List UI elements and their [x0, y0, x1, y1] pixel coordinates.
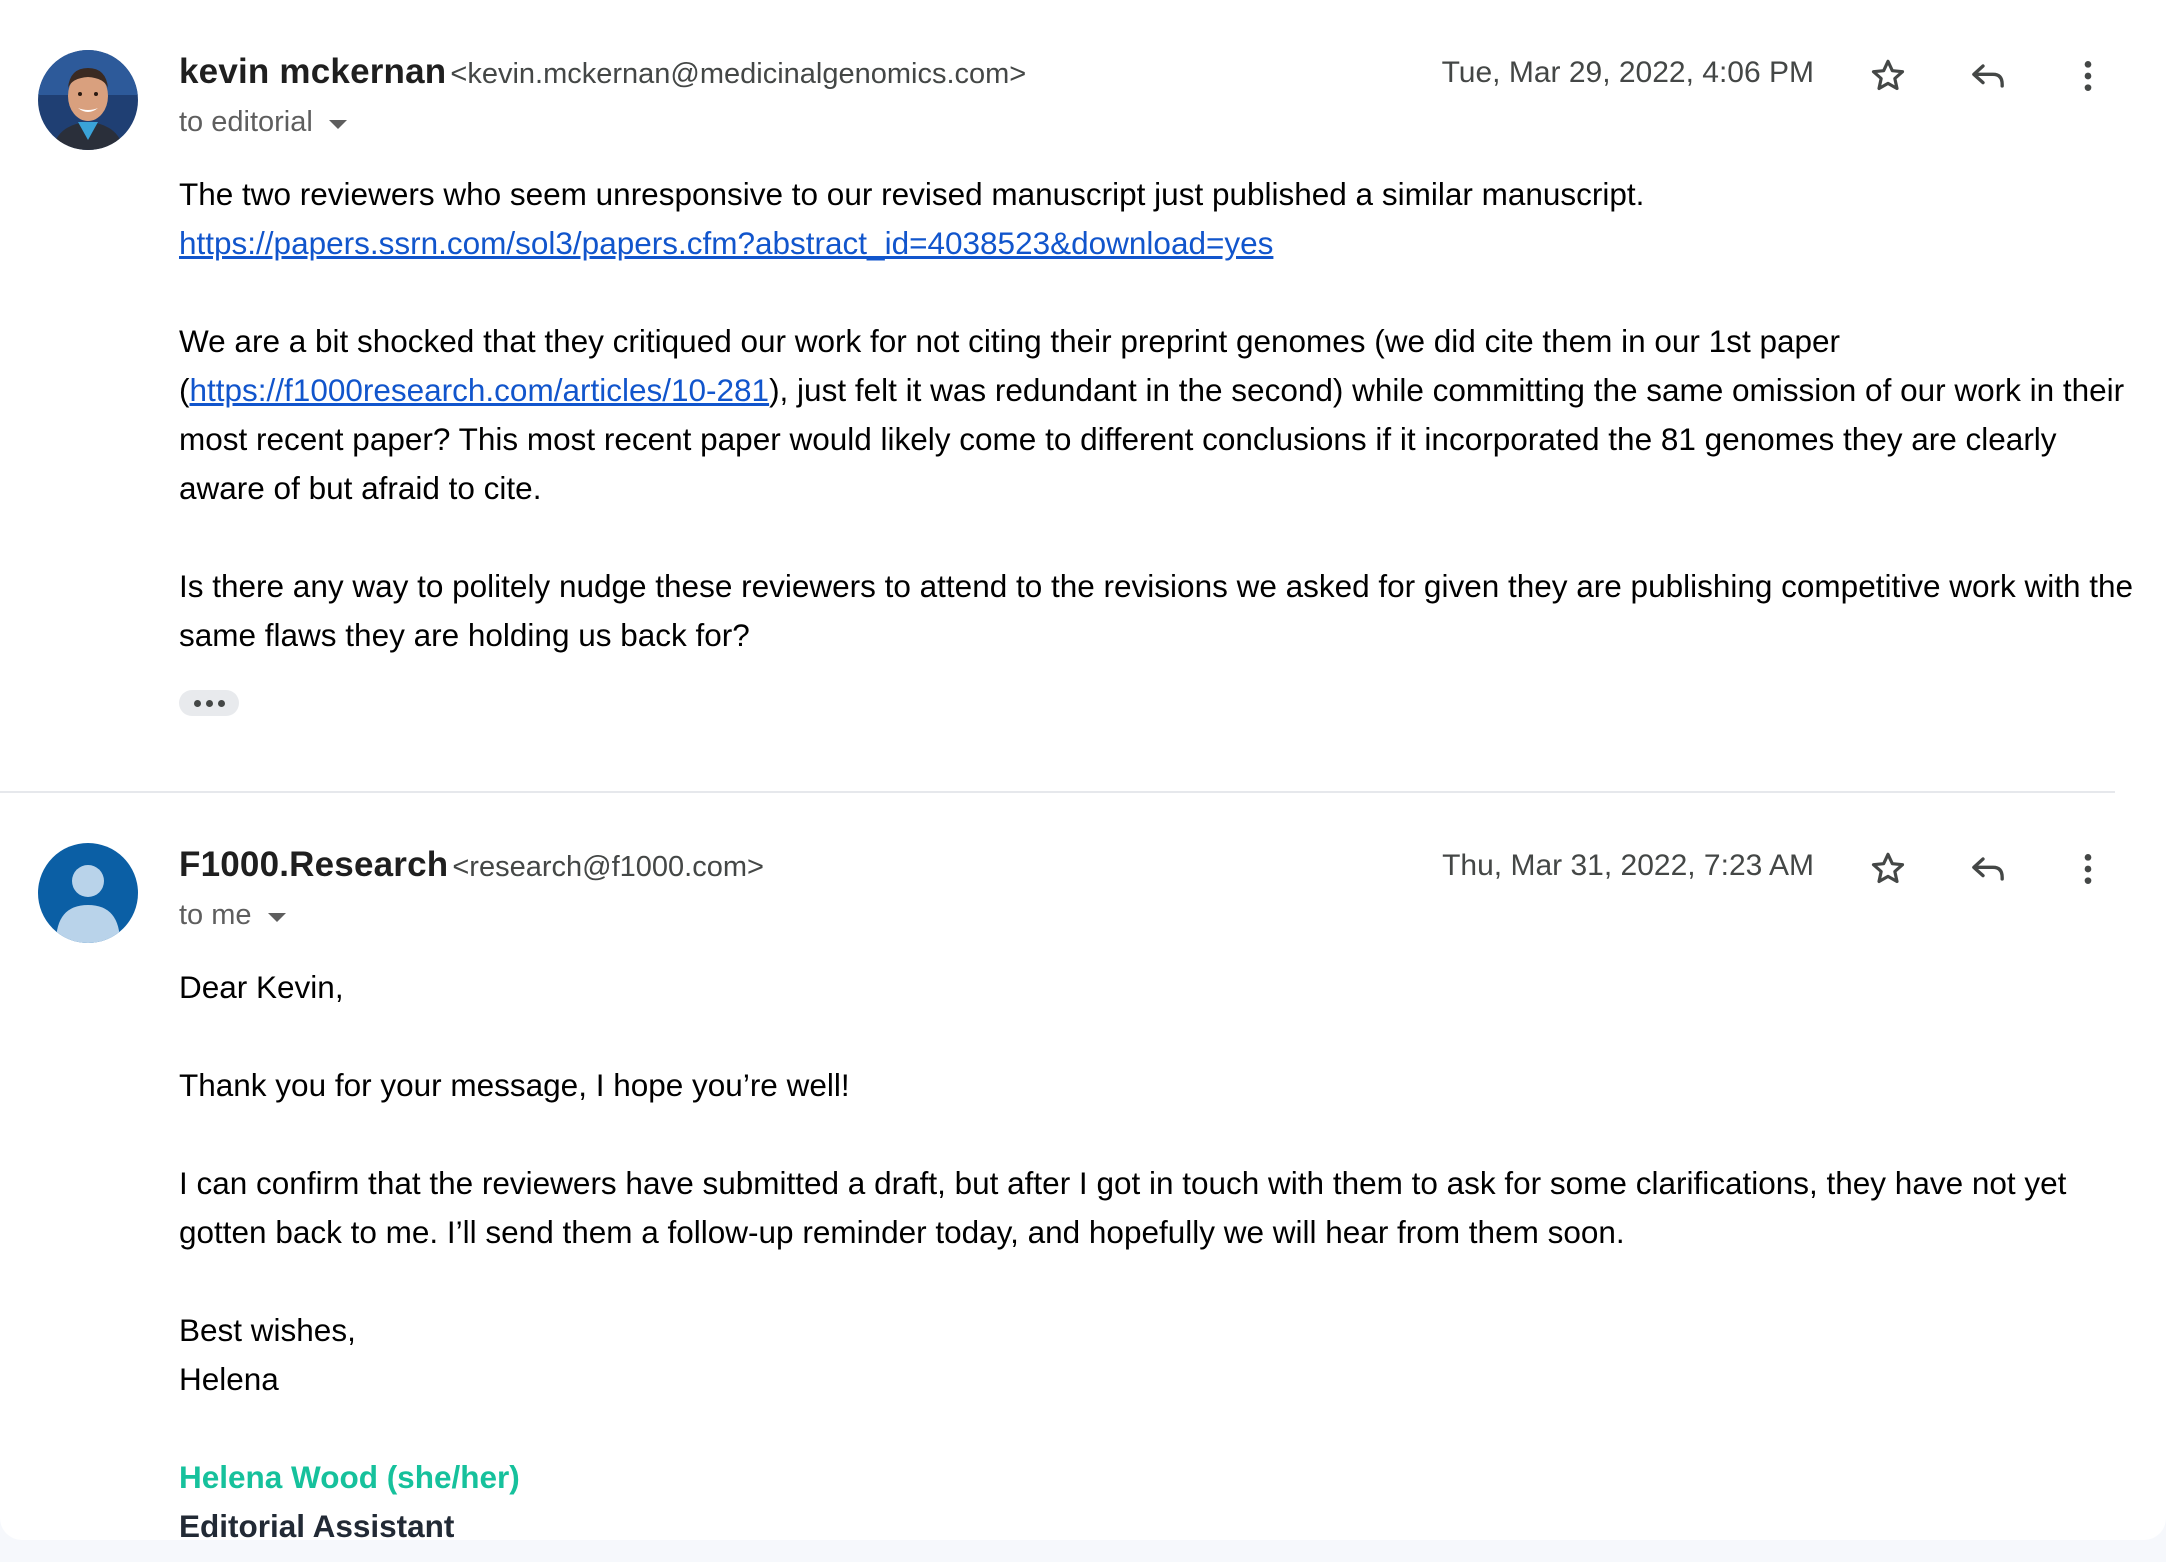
body-paragraph-2: We are a bit shocked that they critiqued…	[179, 317, 2139, 513]
recipient-label: to me	[179, 899, 252, 931]
signature-name: Helena Wood (she/her)	[179, 1459, 520, 1495]
ssrn-link[interactable]: https://papers.ssrn.com/sol3/papers.cfm?…	[179, 225, 1273, 261]
message-1: kevin mckernan <kevin.mckernan@medicinalg…	[0, 0, 2166, 792]
show-trimmed-content-button[interactable]	[179, 690, 239, 716]
sender-line: F1000.Research <research@f1000.com>	[179, 845, 764, 885]
signature: Helena Wood (she/her) Editorial Assistan…	[179, 1453, 2139, 1540]
body-paragraph-1: Thank you for your message, I hope you’r…	[179, 1067, 850, 1103]
recipient-dropdown[interactable]: to editorial	[179, 106, 347, 139]
recipient-dropdown[interactable]: to me	[179, 899, 286, 932]
body-paragraph-2: I can confirm that the reviewers have su…	[179, 1165, 2067, 1250]
email-thread: kevin mckernan <kevin.mckernan@medicinalg…	[0, 0, 2166, 1540]
chevron-down-icon	[267, 913, 286, 922]
closing: Best wishes, Helena	[179, 1306, 2139, 1404]
star-icon[interactable]	[1866, 847, 1910, 891]
reply-icon[interactable]	[1966, 847, 2010, 891]
sender-email: <research@f1000.com>	[452, 851, 764, 883]
sender-avatar-kevin[interactable]	[38, 50, 138, 150]
chevron-down-icon	[328, 120, 347, 129]
message-2: F1000.Research <research@f1000.com> to me…	[0, 793, 2166, 1540]
body-paragraph-3: Is there any way to politely nudge these…	[179, 568, 2134, 653]
message-date: Thu, Mar 31, 2022, 7:23 AM	[1442, 849, 1814, 882]
message-date: Tue, Mar 29, 2022, 4:06 PM	[1441, 56, 1814, 89]
ellipsis-icon	[205, 699, 213, 707]
signature-title: Editorial Assistant	[179, 1508, 455, 1540]
ellipsis-icon	[193, 699, 201, 707]
body-paragraph-1: The two reviewers who seem unresponsive …	[179, 170, 2139, 268]
closing-name: Helena	[179, 1361, 279, 1397]
message-body: The two reviewers who seem unresponsive …	[179, 170, 2139, 660]
sender-avatar-f1000[interactable]	[38, 843, 138, 943]
f1000-article-link[interactable]: https://f1000research.com/articles/10-28…	[190, 372, 770, 408]
sender-line: kevin mckernan <kevin.mckernan@medicinalg…	[179, 52, 1026, 92]
sender-email: <kevin.mckernan@medicinalgenomics.com>	[450, 58, 1027, 90]
star-icon[interactable]	[1866, 54, 1910, 98]
body-text: The two reviewers who seem unresponsive …	[179, 176, 1645, 212]
more-vert-icon[interactable]	[2066, 54, 2110, 98]
sender-name[interactable]: kevin mckernan	[179, 52, 446, 91]
recipient-label: to editorial	[179, 106, 313, 138]
sender-name[interactable]: F1000.Research	[179, 845, 448, 884]
more-vert-icon[interactable]	[2066, 847, 2110, 891]
greeting: Dear Kevin,	[179, 969, 344, 1005]
reply-icon[interactable]	[1966, 54, 2010, 98]
message-body: Dear Kevin, Thank you for your message, …	[179, 963, 2139, 1540]
ellipsis-icon	[217, 699, 225, 707]
closing-text: Best wishes,	[179, 1312, 356, 1348]
